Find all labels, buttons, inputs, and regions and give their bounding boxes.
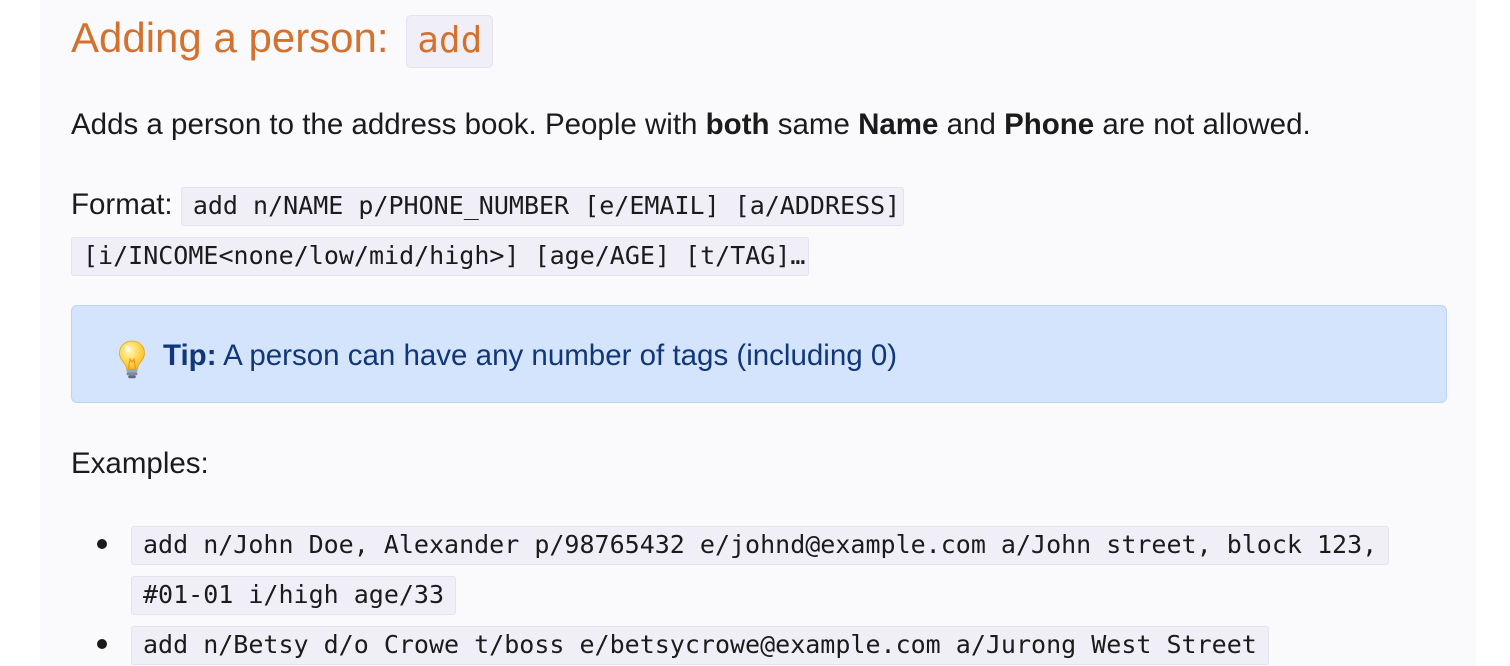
examples-list: add n/John Doe, Alexander p/98765432 e/j… (71, 519, 1431, 666)
format-paragraph: Format: add n/NAME p/PHONE_NUMBER [e/EMA… (71, 180, 1071, 280)
intro-paragraph: Adds a person to the address book. Peopl… (71, 103, 1311, 147)
list-item: add n/Betsy d/o Crowe t/boss e/betsycrow… (97, 619, 1431, 666)
example-code: add n/John Doe, Alexander p/98765432 e/j… (131, 526, 1390, 615)
tip-message: A person can have any number of tags (in… (216, 339, 898, 372)
heading-command-code: add (406, 15, 494, 68)
intro-bold-both: both (705, 108, 770, 141)
section-heading: Adding a person: add (71, 10, 494, 69)
example-code: add n/Betsy d/o Crowe t/boss e/betsycrow… (131, 626, 1269, 665)
intro-text: Adds a person to the address book. Peopl… (71, 108, 706, 141)
bullet-icon (97, 639, 107, 649)
tip-callout: Tip: A person can have any number of tag… (71, 305, 1447, 403)
intro-text: same (769, 108, 859, 141)
intro-text: and (938, 108, 1005, 141)
format-code: add n/NAME p/PHONE_NUMBER [e/EMAIL] [a/A… (71, 187, 905, 276)
examples-label: Examples: (71, 447, 209, 480)
tip-text: Tip: A person can have any number of tag… (163, 334, 897, 378)
document-page: Adding a person: add Adds a person to th… (40, 0, 1476, 666)
lightbulb-icon (118, 340, 146, 380)
intro-bold-name: Name (858, 108, 939, 141)
heading-text: Adding a person: (71, 14, 389, 61)
list-item: add n/John Doe, Alexander p/98765432 e/j… (97, 519, 1431, 619)
intro-text: are not allowed. (1094, 108, 1311, 141)
format-label: Format: (71, 188, 173, 221)
tip-label: Tip: (163, 339, 217, 372)
intro-bold-phone: Phone (1004, 108, 1095, 141)
bullet-icon (97, 539, 107, 549)
